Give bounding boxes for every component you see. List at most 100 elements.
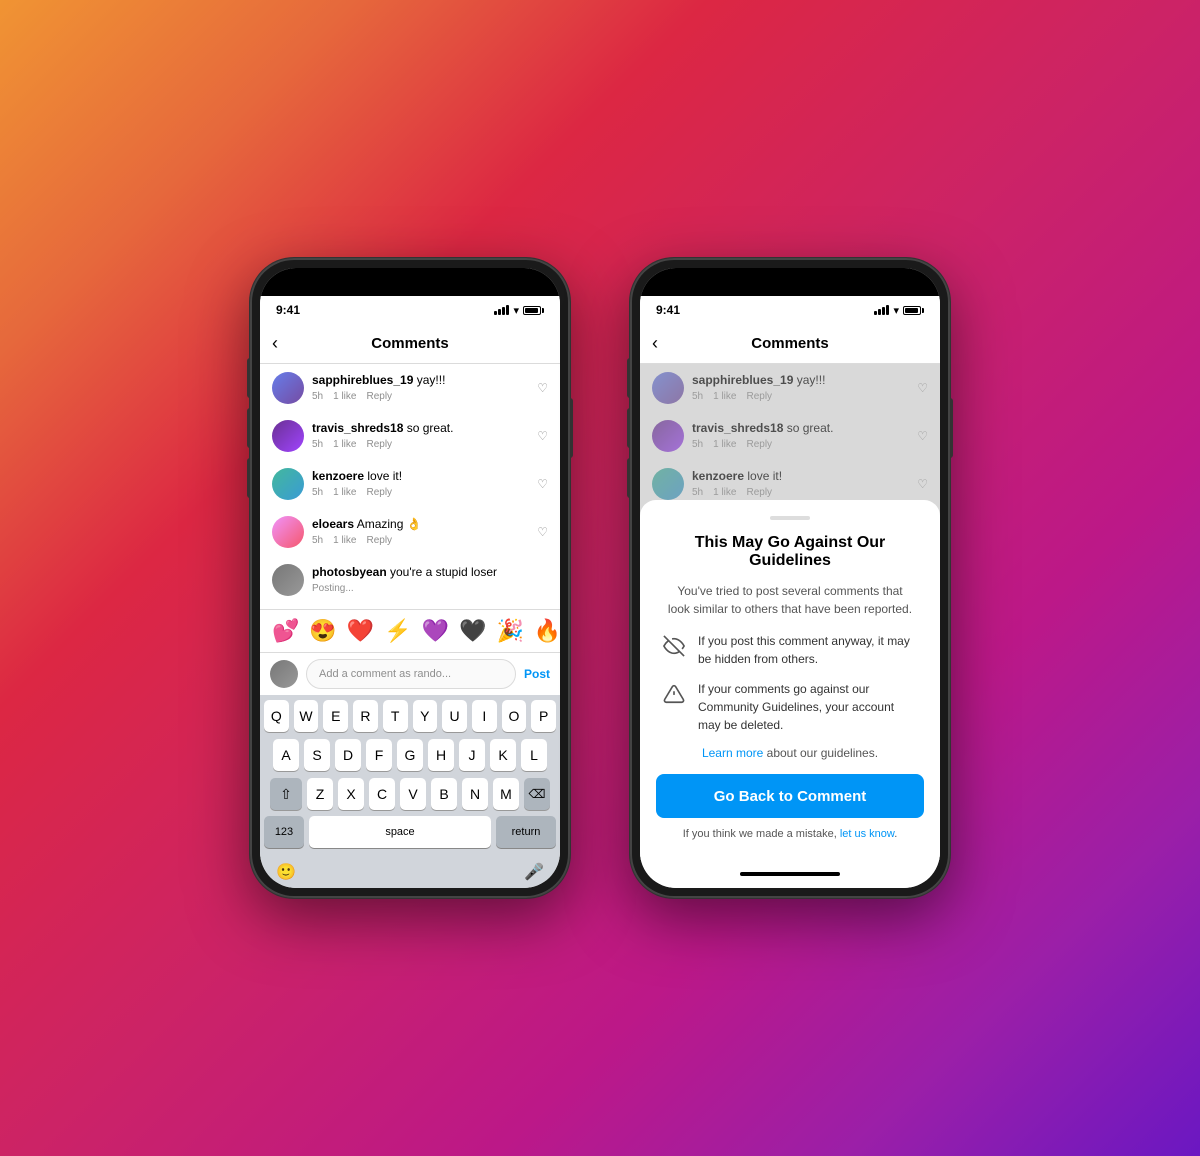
comment-username: kenzoere: [312, 469, 364, 483]
emoji-hearts[interactable]: 💕: [272, 618, 299, 644]
shift-key[interactable]: ⇧: [270, 778, 302, 810]
emoji-purple-heart[interactable]: 💜: [422, 618, 449, 644]
key-x[interactable]: X: [338, 778, 364, 810]
comment-username: sapphireblues_19: [312, 373, 413, 387]
comment-body: eloears Amazing 👌 5h 1 like Reply: [312, 516, 529, 546]
comment-placeholder: Add a comment as rando...: [319, 668, 451, 680]
emoji-red-heart[interactable]: ❤️: [347, 618, 374, 644]
key-k[interactable]: K: [490, 739, 516, 771]
phone-right: 9:41 ▾ ‹ Comments: [630, 258, 950, 898]
keyboard[interactable]: Q W E R T Y U I O P A S D F G H J K L: [260, 695, 560, 888]
sheet-warning-1-text: If you post this comment anyway, it may …: [698, 632, 920, 668]
comment-meta: 5h 1 like Reply: [312, 391, 529, 402]
key-f[interactable]: F: [366, 739, 392, 771]
signal-bars: [494, 305, 509, 315]
comment-body: kenzoere love it! 5h 1 like Reply: [312, 468, 529, 498]
notch-right: [730, 268, 850, 290]
status-time-right: 9:41: [656, 303, 680, 317]
emoji-bolt[interactable]: ⚡: [384, 618, 411, 644]
learn-more-link[interactable]: Learn more: [702, 746, 763, 760]
emoji-fire[interactable]: 🔥: [534, 618, 560, 644]
heart-icon[interactable]: ♡: [537, 525, 548, 539]
signal-bars-right: [874, 305, 889, 315]
key-q[interactable]: Q: [264, 700, 289, 732]
back-button-left[interactable]: ‹: [272, 333, 278, 354]
key-l[interactable]: L: [521, 739, 547, 771]
comment-meta: 5h 1 like Reply: [312, 439, 529, 450]
comment-username: photosbyean: [312, 565, 387, 579]
space-key[interactable]: space: [309, 816, 491, 848]
key-e[interactable]: E: [323, 700, 348, 732]
key-w[interactable]: W: [294, 700, 319, 732]
key-a[interactable]: A: [273, 739, 299, 771]
comments-list-left: sapphireblues_19 yay!!! 5h 1 like Reply …: [260, 364, 560, 609]
comment-text: eloears Amazing 👌: [312, 516, 529, 533]
key-z[interactable]: Z: [307, 778, 333, 810]
key-d[interactable]: D: [335, 739, 361, 771]
sheet-handle: [770, 516, 810, 520]
sheet-description: You've tried to post several comments th…: [656, 582, 924, 618]
reply-link[interactable]: Reply: [366, 439, 392, 450]
comment-input-row: Add a comment as rando... Post: [260, 652, 560, 695]
keyboard-row-2: A S D F G H J K L: [260, 734, 560, 773]
heart-icon[interactable]: ♡: [537, 381, 548, 395]
emoji-black-heart[interactable]: 🖤: [459, 618, 486, 644]
key-b[interactable]: B: [431, 778, 457, 810]
sheet-warning-1-row: If you post this comment anyway, it may …: [656, 632, 924, 668]
key-t[interactable]: T: [383, 700, 408, 732]
key-h[interactable]: H: [428, 739, 454, 771]
reply-link[interactable]: Reply: [366, 487, 392, 498]
key-u[interactable]: U: [442, 700, 467, 732]
key-o[interactable]: O: [502, 700, 527, 732]
key-j[interactable]: J: [459, 739, 485, 771]
return-key[interactable]: return: [496, 816, 556, 848]
key-m[interactable]: M: [493, 778, 519, 810]
let-us-know-link[interactable]: let us know: [840, 828, 894, 840]
go-back-button[interactable]: Go Back to Comment: [656, 774, 924, 818]
emoji-love-eyes[interactable]: 😍: [309, 618, 336, 644]
key-s[interactable]: S: [304, 739, 330, 771]
avatar: [272, 372, 304, 404]
user-avatar: [270, 660, 298, 688]
key-p[interactable]: P: [531, 700, 556, 732]
comment-meta: 5h 1 like Reply: [312, 535, 529, 546]
posting-status: Posting...: [312, 583, 354, 594]
heart-icon[interactable]: ♡: [537, 477, 548, 491]
backspace-key[interactable]: ⌫: [524, 778, 550, 810]
comment-time: 5h: [312, 391, 323, 402]
home-bar-area: [640, 860, 940, 888]
notch-bar-right: [640, 268, 940, 296]
comment-text: travis_shreds18 so great.: [312, 420, 529, 437]
back-button-right[interactable]: ‹: [652, 333, 658, 354]
post-button[interactable]: Post: [524, 667, 550, 681]
mistake-prefix: If you think we made a mistake,: [683, 828, 840, 840]
keyboard-row-1: Q W E R T Y U I O P: [260, 695, 560, 734]
key-i[interactable]: I: [472, 700, 497, 732]
emoji-keyboard-icon[interactable]: 🙂: [276, 862, 296, 882]
key-v[interactable]: V: [400, 778, 426, 810]
page-title-left: Comments: [371, 335, 449, 352]
key-c[interactable]: C: [369, 778, 395, 810]
sheet-title: This May Go Against Our Guidelines: [656, 534, 924, 570]
notch-bar: [260, 268, 560, 296]
reply-link[interactable]: Reply: [366, 391, 392, 402]
microphone-icon[interactable]: 🎤: [524, 862, 544, 882]
mistake-suffix: .: [894, 828, 897, 840]
table-row: kenzoere love it! 5h 1 like Reply ♡: [260, 460, 560, 508]
reply-link[interactable]: Reply: [366, 535, 392, 546]
comment-likes: 1 like: [333, 439, 356, 450]
key-n[interactable]: N: [462, 778, 488, 810]
table-row: photosbyean you're a stupid loser Postin…: [260, 556, 560, 604]
heart-icon[interactable]: ♡: [537, 429, 548, 443]
key-g[interactable]: G: [397, 739, 423, 771]
key-r[interactable]: R: [353, 700, 378, 732]
notch: [350, 268, 470, 290]
avatar: [272, 516, 304, 548]
emoji-party[interactable]: 🎉: [496, 618, 523, 644]
key-y[interactable]: Y: [413, 700, 438, 732]
avatar: [272, 564, 304, 596]
comment-text: sapphireblues_19 yay!!!: [312, 372, 529, 389]
number-key[interactable]: 123: [264, 816, 304, 848]
comment-input-box[interactable]: Add a comment as rando...: [306, 659, 516, 689]
keyboard-extras: 🙂 🎤: [260, 856, 560, 888]
